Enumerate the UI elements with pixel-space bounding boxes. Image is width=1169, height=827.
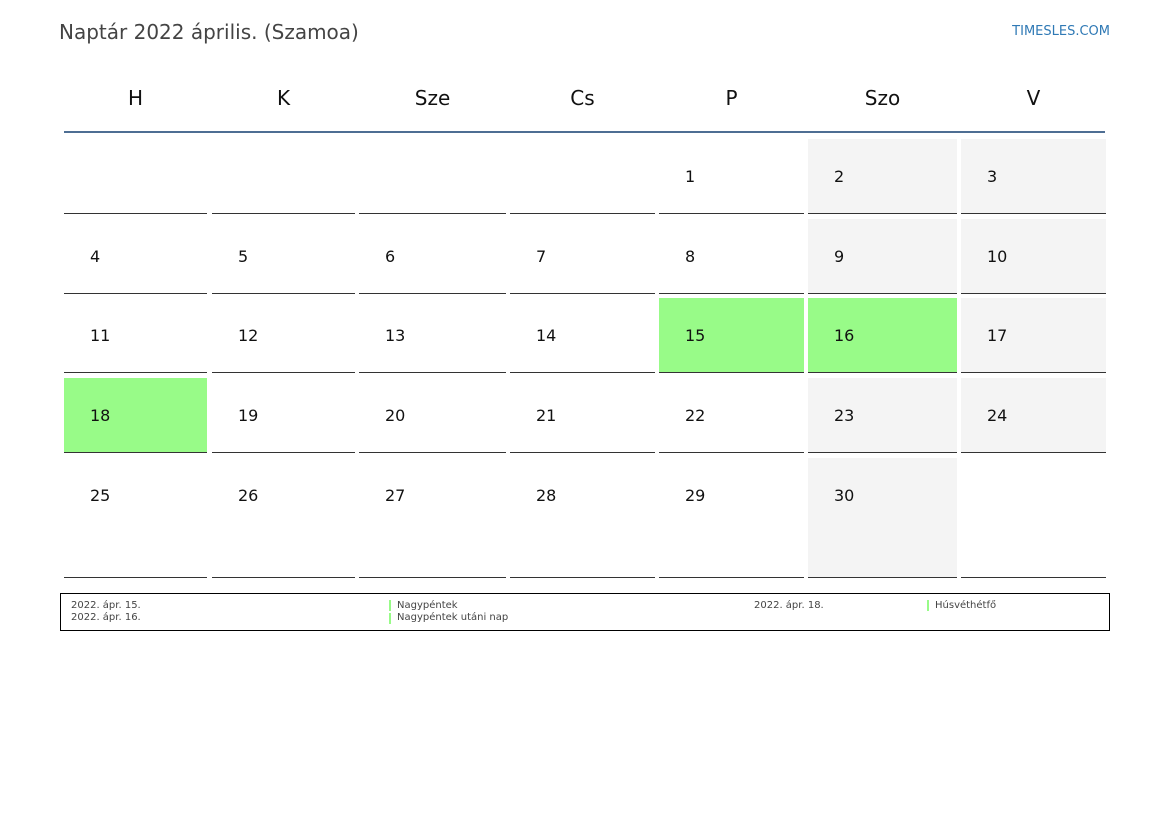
weekday-label: P — [725, 86, 738, 110]
day-cell[interactable]: 15 — [659, 298, 804, 373]
holiday-legend: 2022. ápr. 15. Nagypéntek 2022. ápr. 16.… — [60, 593, 1110, 631]
day-number: 16 — [834, 326, 855, 345]
day-number: 29 — [685, 486, 706, 505]
day-cell[interactable]: 18 — [64, 378, 207, 453]
legend-holiday-name: Nagypéntek — [397, 600, 458, 611]
day-cell[interactable]: 12 — [212, 298, 355, 373]
day-number: 14 — [536, 326, 557, 345]
day-number: 2 — [834, 167, 845, 186]
day-cell[interactable]: 1 — [659, 139, 804, 214]
day-number: 25 — [90, 486, 111, 505]
day-cell[interactable]: 5 — [212, 219, 355, 294]
day-cell[interactable]: 13 — [359, 298, 506, 373]
day-cell[interactable]: 8 — [659, 219, 804, 294]
weekday-label: Szo — [864, 86, 901, 110]
day-cell[interactable]: 3 — [961, 139, 1106, 214]
empty-day-cell — [64, 139, 207, 214]
day-cell[interactable]: 4 — [64, 219, 207, 294]
day-number: 8 — [685, 247, 696, 266]
day-number: 26 — [238, 486, 259, 505]
day-cell[interactable]: 30 — [808, 458, 957, 578]
day-cell[interactable]: 7 — [510, 219, 655, 294]
day-cell[interactable]: 28 — [510, 458, 655, 578]
day-number: 30 — [834, 486, 855, 505]
day-number: 17 — [987, 326, 1008, 345]
day-number: 22 — [685, 406, 706, 425]
day-number: 4 — [90, 247, 101, 266]
day-number: 12 — [238, 326, 259, 345]
day-number: 5 — [238, 247, 249, 266]
weekday-label: V — [1026, 86, 1041, 110]
empty-day-cell — [961, 458, 1106, 578]
day-number: 21 — [536, 406, 557, 425]
day-number: 11 — [90, 326, 111, 345]
page-title: Naptár 2022 április. (Szamoa) — [59, 20, 359, 44]
day-number: 24 — [987, 406, 1008, 425]
legend-holiday-name: Húsvéthétfő — [935, 600, 997, 611]
day-number: 28 — [536, 486, 557, 505]
day-number: 18 — [90, 406, 111, 425]
day-cell[interactable]: 19 — [212, 378, 355, 453]
weekday-label: H — [127, 86, 144, 110]
day-cell[interactable]: 11 — [64, 298, 207, 373]
day-cell[interactable]: 14 — [510, 298, 655, 373]
day-number: 15 — [685, 326, 706, 345]
day-cell[interactable]: 24 — [961, 378, 1106, 453]
weekday-label: K — [276, 86, 291, 110]
day-number: 7 — [536, 247, 547, 266]
legend-holiday-name: Nagypéntek utáni nap — [397, 612, 509, 623]
day-number: 27 — [385, 486, 406, 505]
weekday-label: Cs — [570, 86, 595, 110]
empty-day-cell — [212, 139, 355, 214]
day-cell[interactable]: 25 — [64, 458, 207, 578]
empty-day-cell — [510, 139, 655, 214]
day-cell[interactable]: 29 — [659, 458, 804, 578]
day-cell[interactable]: 16 — [808, 298, 957, 373]
day-number: 3 — [987, 167, 998, 186]
day-cell[interactable]: 9 — [808, 219, 957, 294]
holiday-color-marker — [389, 613, 391, 624]
day-cell[interactable]: 23 — [808, 378, 957, 453]
day-cell[interactable]: 6 — [359, 219, 506, 294]
legend-date: 2022. ápr. 16. — [71, 612, 141, 623]
day-number: 10 — [987, 247, 1008, 266]
day-number: 1 — [685, 167, 696, 186]
day-cell[interactable]: 17 — [961, 298, 1106, 373]
day-number: 23 — [834, 406, 855, 425]
day-number: 13 — [385, 326, 406, 345]
day-number: 9 — [834, 247, 845, 266]
day-cell[interactable]: 26 — [212, 458, 355, 578]
day-cell[interactable]: 27 — [359, 458, 506, 578]
day-cell[interactable]: 20 — [359, 378, 506, 453]
day-cell[interactable]: 21 — [510, 378, 655, 453]
day-cell[interactable]: 10 — [961, 219, 1106, 294]
site-link[interactable]: TIMESLES.COM — [1012, 24, 1110, 39]
header-divider — [64, 131, 1105, 133]
empty-day-cell — [359, 139, 506, 214]
day-number: 6 — [385, 247, 396, 266]
holiday-color-marker — [927, 600, 929, 611]
legend-date: 2022. ápr. 15. — [71, 600, 141, 611]
day-cell[interactable]: 22 — [659, 378, 804, 453]
day-number: 19 — [238, 406, 259, 425]
holiday-color-marker — [389, 600, 391, 611]
day-cell[interactable]: 2 — [808, 139, 957, 214]
day-number: 20 — [385, 406, 406, 425]
weekday-label: Sze — [414, 86, 451, 110]
legend-date: 2022. ápr. 18. — [754, 600, 824, 611]
